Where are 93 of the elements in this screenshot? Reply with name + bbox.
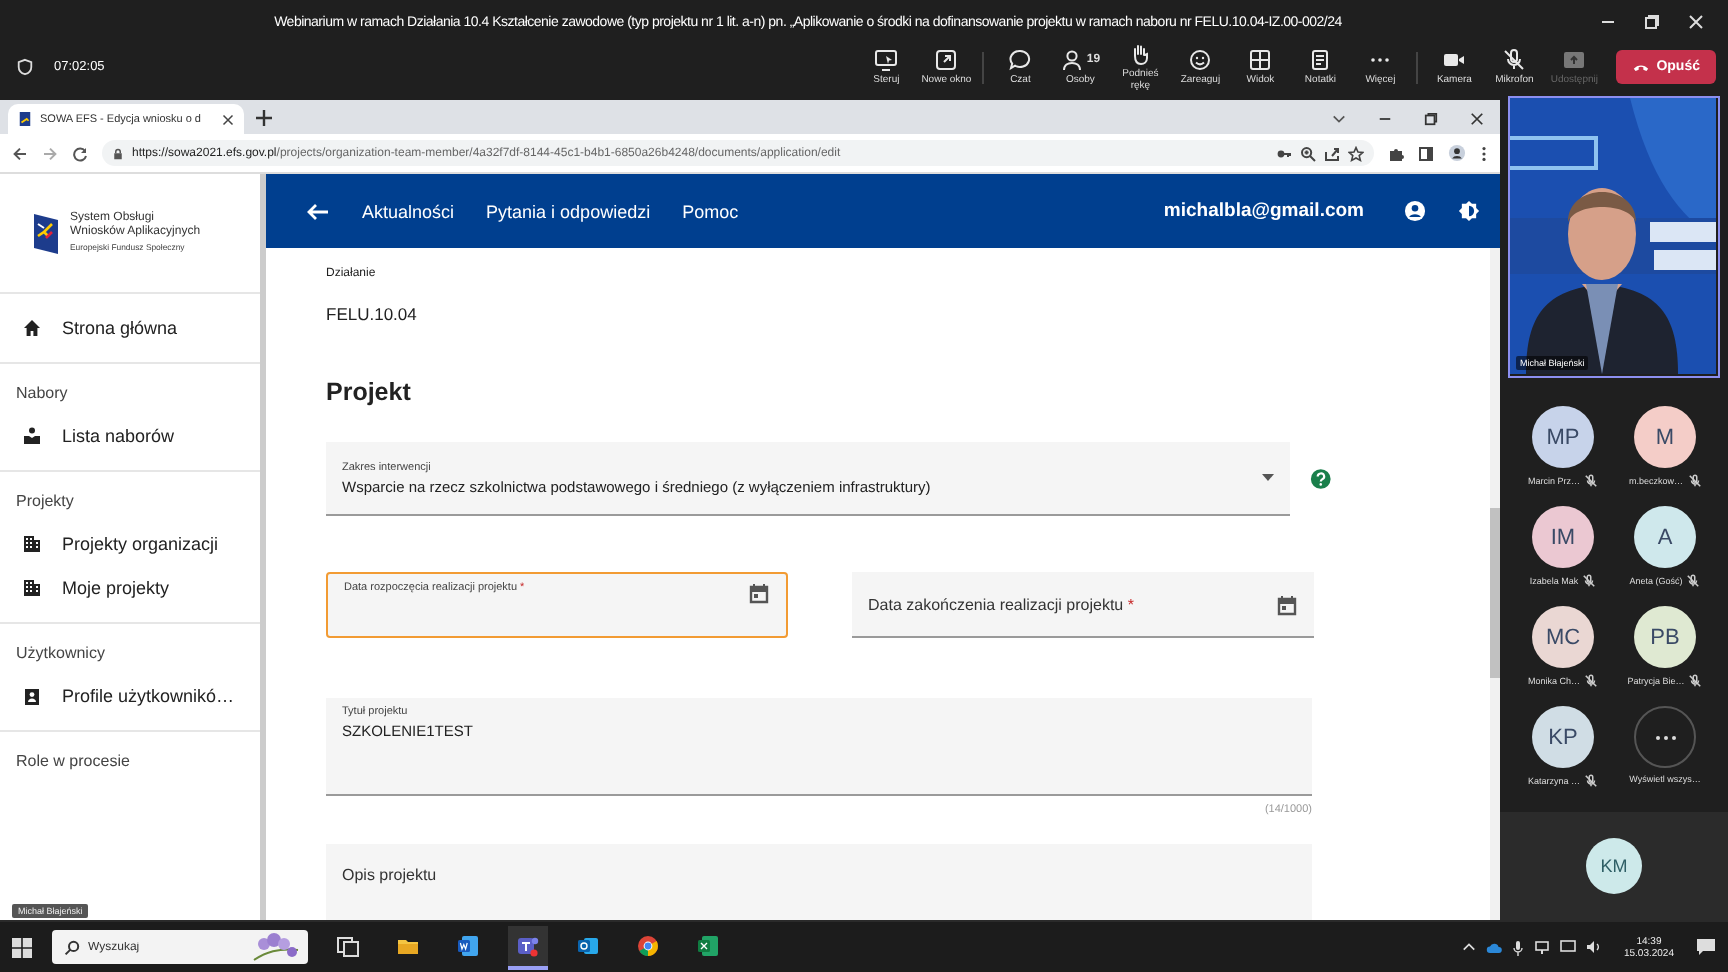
document-app-icon[interactable] [456,933,480,957]
sidebar-heading: Użytkownicy [14,642,107,666]
close-icon[interactable] [222,113,234,125]
avatar: KP [1532,706,1594,768]
notification-icon[interactable] [1696,938,1716,956]
spreadsheet-app-icon[interactable] [696,933,720,957]
avatar: M [1634,406,1696,468]
description-field[interactable]: Opis projektu [326,843,1312,920]
avatar: MP [1532,406,1594,468]
smiley-icon [1188,48,1213,72]
person-inbox-icon [22,426,42,446]
flag-favicon-icon [18,112,32,126]
brightness-icon[interactable] [1458,200,1480,222]
help-icon[interactable] [1310,468,1332,490]
mic-off-icon [1584,774,1598,788]
mic-off-icon [1582,574,1597,588]
user-email: michalbla@gmail.com [1163,200,1364,222]
chat-icon [1008,48,1033,72]
sidebar-item[interactable]: Projekty organizacji [0,522,260,566]
windows-logo-icon[interactable] [12,937,32,957]
reload-icon[interactable] [72,145,88,161]
mic-off-icon [1584,674,1598,688]
back-arrow-icon[interactable] [306,201,330,221]
mail-app-icon[interactable] [576,933,600,957]
task-view-icon[interactable] [336,933,360,957]
key-icon[interactable] [1276,145,1292,161]
minimize-icon[interactable] [1378,112,1392,126]
section-title: Projekt [326,378,413,406]
network-icon[interactable] [1533,940,1550,954]
sidebar-item[interactable]: Moje projekty [0,566,260,610]
monitor-icon [874,48,899,72]
nav-link[interactable]: Pomoc [682,201,739,221]
sidebar-item[interactable]: Lista naborów [0,414,260,458]
share-icon[interactable] [1324,145,1340,161]
star-icon[interactable] [1348,145,1364,161]
plus-icon[interactable] [256,110,272,126]
browser-app-icon[interactable] [636,933,660,957]
avatar: A [1634,506,1696,568]
window-icon [934,48,959,72]
restore-icon[interactable] [1424,112,1438,126]
menu-icon[interactable] [1480,145,1488,161]
sidebar-heading: Nabory [14,382,70,406]
monitor-icon[interactable] [1559,940,1576,954]
field-value: FELU.10.04 [326,304,419,324]
mic-off-icon [1688,674,1703,688]
mic-off-icon [1502,48,1527,72]
building-icon [22,578,42,598]
sidebar-icon[interactable] [1418,145,1434,161]
puzzle-icon[interactable] [1388,145,1404,161]
sidebar-heading: Role w procesie [14,750,132,774]
share-icon [1562,48,1587,72]
chevron-up-icon[interactable] [1461,940,1476,954]
cloud-icon[interactable] [1485,941,1502,953]
grid-icon [1248,48,1273,72]
search-icon [64,939,80,955]
building-icon [22,534,42,554]
sidebar-item[interactable]: Profile użytkownikó… [0,674,260,718]
avatar: KM [1586,838,1642,894]
avatar: IM [1532,506,1594,568]
account-icon[interactable] [1404,200,1426,222]
chevron-down-icon[interactable] [1332,112,1346,126]
camera-icon [1442,48,1467,72]
close-icon[interactable] [1470,112,1484,126]
caret-icon [1262,474,1275,482]
nav-link[interactable]: Pytania i odpowiedzi [486,201,651,221]
lock-icon [112,147,124,159]
date-field[interactable]: Data zakończenia realizacji projektu * [852,572,1314,638]
flag-logo-icon [32,211,60,255]
nav-link[interactable]: Aktualności [362,201,455,221]
calendar-icon[interactable] [1276,593,1298,615]
more-icon [1653,733,1677,741]
scrollbar-thumb[interactable] [1490,508,1500,678]
shield-icon [16,58,34,76]
id-badge-icon [22,686,42,706]
profile-icon[interactable] [1448,144,1466,162]
sidebar-item[interactable]: Strona główna [0,306,260,350]
sidebar-heading: Projekty [14,490,76,514]
microphone-icon[interactable] [1511,939,1524,955]
taskbar-app[interactable] [508,925,548,969]
calendar-icon[interactable] [748,582,770,604]
avatar: MC [1532,606,1594,668]
mic-off-icon [1584,474,1598,488]
back-icon[interactable] [12,145,28,161]
hand-icon [1128,42,1153,66]
mic-off-icon [1687,474,1701,488]
speaker-icon[interactable] [1585,940,1602,954]
mic-off-icon [1686,574,1701,588]
people-icon [1060,48,1085,72]
notes-icon [1308,48,1333,72]
people-app-icon[interactable] [516,933,540,957]
home-icon [22,318,42,338]
avatar: PB [1634,606,1696,668]
zoom-icon[interactable] [1300,145,1316,161]
